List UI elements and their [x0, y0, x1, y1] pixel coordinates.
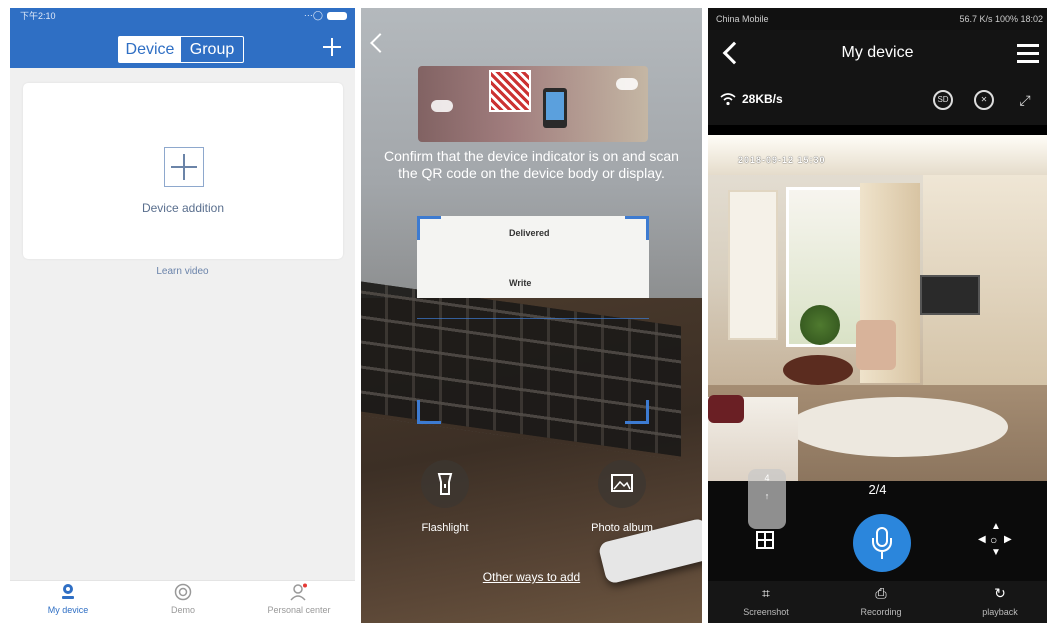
grid-icon[interactable]	[756, 531, 774, 549]
frame-corner	[417, 400, 441, 424]
cloud-icon	[431, 100, 453, 112]
live-view-screen: China Mobile 56.7 K/s 100% 18:02 My devi…	[708, 8, 1047, 623]
status-time: 下午2:10	[20, 11, 56, 21]
tab-personal-center[interactable]: Personal center	[244, 583, 354, 615]
cloud-icon	[616, 78, 638, 90]
device-list-screen: 下午2:10 ⋯◯ Device Group Device addition L…	[10, 8, 355, 623]
tv-in-video	[920, 275, 980, 315]
video-toolbar: 28KB/s SD ✕ ⤢	[708, 80, 1047, 125]
channel-slider[interactable]: 4 ↑	[748, 469, 786, 529]
device-addition-label: Device addition	[141, 201, 225, 215]
screenshot-button[interactable]: ⌗ Screenshot	[721, 585, 811, 617]
crop-icon: ⌗	[762, 585, 770, 601]
segment-group[interactable]: Group	[181, 37, 243, 62]
nav-bar: My device	[708, 30, 1047, 80]
screenshot-stage: 下午2:10 ⋯◯ Device Group Device addition L…	[0, 0, 1047, 623]
ptz-direction-icon[interactable]: ▲ ▼ ◀ ▶ ○	[978, 521, 1014, 559]
battery-icon	[327, 11, 347, 20]
qr-scan-screen: Confirm that the device indicator is on …	[361, 8, 702, 623]
menu-icon[interactable]	[1017, 44, 1039, 64]
phone-icon	[543, 88, 567, 128]
status-bar: China Mobile 56.7 K/s 100% 18:02	[708, 8, 1047, 30]
add-icon[interactable]	[323, 38, 341, 56]
bottom-action-bar: ⌗ Screenshot ⎙ Recording ↻ playback	[708, 581, 1047, 623]
frame-corner	[625, 400, 649, 424]
bottom-tab-bar: My device Demo Personal center	[10, 580, 355, 623]
quality-toggle-icon[interactable]: SD	[933, 90, 953, 110]
app-header: Device Group	[10, 22, 355, 68]
speed-readout: 28KB/s	[720, 92, 783, 106]
scan-viewfinder: Delivered Write	[417, 216, 649, 298]
frame-corner	[625, 216, 649, 240]
camera-icon	[62, 584, 74, 599]
scan-instruction: Confirm that the device indicator is on …	[384, 148, 679, 181]
frame-corner	[417, 216, 441, 240]
fullscreen-icon[interactable]: ⤢	[1015, 90, 1035, 110]
mute-icon[interactable]: ✕	[974, 90, 994, 110]
device-addition-card[interactable]: Device addition	[23, 83, 343, 259]
photo-album-icon	[611, 474, 633, 492]
live-video-feed[interactable]: 2018-09-12 15:30	[708, 135, 1047, 481]
learn-video-link[interactable]: Learn video	[10, 266, 355, 277]
carrier-label: China Mobile	[716, 14, 769, 24]
video-timestamp: 2018-09-12 15:30	[738, 155, 826, 165]
flashlight-button[interactable]	[421, 460, 469, 508]
photo-album-button[interactable]	[598, 460, 646, 508]
scan-frame: Delivered Write	[417, 216, 649, 424]
recording-button[interactable]: ⎙ Recording	[836, 585, 926, 617]
segment-device[interactable]: Device	[119, 37, 181, 62]
qr-code-icon	[489, 70, 531, 112]
flashlight-icon	[437, 473, 453, 495]
other-ways-link[interactable]: Other ways to add	[361, 570, 702, 584]
control-area: 4 ↑ 2/4 ▲ ▼ ◀ ▶ ○	[708, 469, 1047, 581]
person-icon	[290, 583, 307, 601]
wifi-icon	[720, 93, 736, 106]
page-title: My device	[841, 44, 914, 61]
tab-demo[interactable]: Demo	[128, 583, 238, 615]
playback-button[interactable]: ↻ playback	[955, 585, 1045, 617]
plus-box-icon[interactable]	[164, 147, 204, 187]
replay-icon: ↻	[994, 585, 1006, 601]
photo-album-label: Photo album	[591, 522, 653, 534]
page-indicator: 2/4	[868, 482, 887, 497]
talk-button[interactable]	[853, 514, 911, 572]
status-right: 56.7 K/s 100% 18:02	[959, 14, 1043, 24]
status-bar: 下午2:10 ⋯◯	[10, 8, 355, 22]
video-record-icon: ⎙	[875, 585, 887, 601]
device-group-segment: Device Group	[118, 36, 244, 63]
flashlight-label: Flashlight	[421, 522, 469, 534]
scan-line	[417, 318, 649, 319]
tab-my-device[interactable]: My device	[13, 583, 123, 615]
signal-icon: ⋯◯	[303, 10, 323, 20]
disc-icon	[174, 583, 192, 601]
